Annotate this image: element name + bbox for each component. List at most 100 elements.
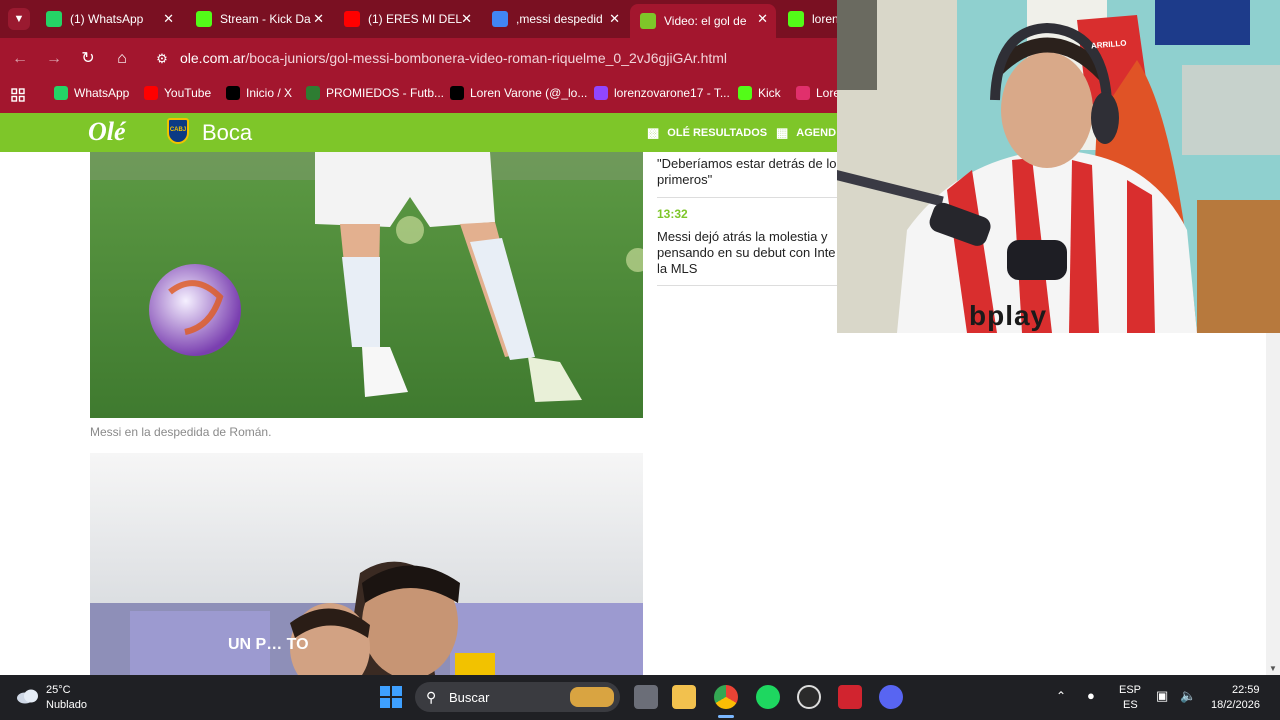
browser-tab[interactable]: (1) WhatsApp ✕ (36, 4, 182, 34)
network-icon[interactable]: ▣ (1156, 688, 1168, 704)
obs-icon[interactable] (797, 685, 821, 709)
article-photo-messi-riquelme: UN P… TO (90, 453, 643, 675)
task-view-icon[interactable] (634, 685, 658, 709)
feed-item-2-line-2[interactable]: pensando en su debut con Inte (657, 245, 837, 261)
calendar-icon: ▦ (776, 125, 789, 140)
bookmark-label: YouTube (164, 86, 212, 100)
clock-time[interactable]: 22:59 (1232, 684, 1260, 696)
browser-tab-title: (1) WhatsApp (70, 12, 144, 26)
chart-icon: ▩ (647, 125, 660, 140)
weather-cloud-icon[interactable] (16, 688, 40, 704)
app-red-icon[interactable] (838, 685, 862, 709)
boca-shield-icon: CABJ (167, 118, 189, 144)
volume-icon[interactable]: 🔈 (1180, 688, 1196, 704)
close-tab-icon[interactable]: ✕ (313, 11, 324, 27)
feed-item-1-line-2[interactable]: primeros" (657, 172, 837, 188)
photo-caption: Messi en la despedida de Román. (90, 425, 272, 439)
search-highlight-icon (570, 687, 614, 707)
discord-icon[interactable] (879, 685, 903, 709)
site-settings-icon[interactable]: ⚙ (152, 49, 172, 69)
photo-banner-text: UN P… TO (228, 636, 309, 653)
feed-item-2-line-1[interactable]: Messi dejó atrás la molestia y (657, 229, 837, 245)
x-icon (226, 86, 240, 100)
bookmark-label: WhatsApp (74, 86, 130, 100)
scroll-down-icon[interactable]: ▼ (1269, 664, 1277, 673)
windows-start-icon[interactable] (380, 686, 402, 708)
kick-icon (196, 11, 212, 27)
search-icon: ⚲ (426, 689, 437, 705)
forward-icon[interactable]: → (44, 49, 64, 69)
taskbar-search-input[interactable]: ⚲ Buscar (415, 682, 620, 712)
bookmark-item[interactable]: Kick (738, 86, 781, 100)
url-path: /boca-juniors/gol-messi-bombonera-video-… (245, 50, 728, 66)
twitch-icon (594, 86, 608, 100)
bookmark-item[interactable]: lorenzovarone17 - T... (594, 86, 730, 100)
bookmark-item[interactable]: Loren Varone (@_lo... (450, 86, 587, 100)
close-tab-icon[interactable]: ✕ (757, 11, 768, 27)
file-explorer-icon[interactable] (672, 685, 696, 709)
bookmark-item[interactable]: PROMIEDOS - Futb... (306, 86, 444, 100)
tray-chevron-icon[interactable]: ⌃ (1056, 689, 1066, 703)
tab-search-dropdown[interactable]: ▼ (8, 8, 30, 30)
bookmark-label: Kick (758, 86, 781, 100)
promiedos-icon (306, 86, 320, 100)
url-host: ole.com.ar (180, 50, 246, 66)
home-icon[interactable]: ⌂ (112, 49, 132, 69)
weather-temperature[interactable]: 25°C (46, 684, 71, 696)
apps-grid-icon[interactable] (11, 88, 25, 102)
windows-taskbar: 25°C Nublado ⚲ Buscar ⌃ ● ESP ES ▣ 🔈 22:… (0, 675, 1280, 720)
ole-icon (640, 13, 656, 29)
nav-agenda[interactable]: ▦ AGEND (776, 125, 836, 141)
bookmark-label: Inicio / X (246, 86, 293, 100)
browser-tab[interactable]: ,messi despedid ✕ (482, 4, 628, 34)
nav-ole-resultados[interactable]: ▩ OLÉ RESULTADOS (647, 125, 767, 141)
shirt-sponsor-text: bplay (969, 300, 1048, 331)
nav-ole-resultados-label: OLÉ RESULTADOS (667, 127, 768, 139)
weather-description[interactable]: Nublado (46, 699, 87, 711)
browser-tab-title: Video: el gol de (664, 14, 747, 28)
close-tab-icon[interactable]: ✕ (163, 11, 174, 27)
feed-item-2-line-3[interactable]: la MLS (657, 261, 837, 277)
spotify-icon[interactable] (756, 685, 780, 709)
back-icon[interactable]: ← (10, 49, 30, 69)
chrome-active-indicator (718, 715, 734, 718)
feed-item-1-line-1[interactable]: "Deberíamos estar detrás de lo (657, 156, 837, 172)
instagram-icon (796, 86, 810, 100)
feed-divider (657, 285, 837, 286)
close-tab-icon[interactable]: ✕ (609, 11, 620, 27)
language-bottom[interactable]: ES (1123, 699, 1138, 711)
bookmark-item[interactable]: WhatsApp (54, 86, 129, 100)
address-bar[interactable]: ole.com.ar/boca-juniors/gol-messi-bombon… (180, 50, 727, 66)
tiktok-icon (450, 86, 464, 100)
bookmark-label: PROMIEDOS - Futb... (326, 86, 445, 100)
microphone-icon[interactable]: ● (1087, 688, 1095, 703)
nav-agenda-label: AGEND (796, 127, 837, 139)
browser-tab-title: (1) ERES MI DEL (368, 12, 463, 26)
page-scrollbar[interactable]: ▼ (1266, 333, 1280, 675)
bookmark-item[interactable]: Lore (796, 86, 840, 100)
article-photo-messi-ball (90, 152, 643, 418)
kick-icon (788, 11, 804, 27)
bookmark-label: Loren Varone (@_lo... (470, 86, 588, 100)
google-icon (492, 11, 508, 27)
bookmark-item[interactable]: Inicio / X (226, 86, 292, 100)
whatsapp-icon (46, 11, 62, 27)
youtube-icon (144, 86, 158, 100)
webcam-overlay: ARRILLO bplay (837, 0, 1280, 333)
browser-tab[interactable]: Video: el gol de ✕ (630, 4, 776, 38)
ole-logo[interactable]: Olé (88, 117, 126, 147)
language-top[interactable]: ESP (1119, 684, 1141, 696)
browser-tab-title: Stream - Kick Da (220, 12, 311, 26)
kick-icon (738, 86, 752, 100)
close-tab-icon[interactable]: ✕ (461, 11, 472, 27)
chrome-icon[interactable] (714, 685, 738, 709)
bookmark-label: lorenzovarone17 - T... (614, 86, 730, 100)
browser-tab[interactable]: (1) ERES MI DEL ✕ (334, 4, 480, 34)
feed-item-2-time: 13:32 (657, 207, 688, 221)
section-title[interactable]: Boca (202, 120, 252, 146)
clock-date[interactable]: 18/2/2026 (1211, 699, 1260, 711)
reload-icon[interactable]: ↻ (78, 49, 98, 69)
whatsapp-icon (54, 86, 68, 100)
bookmark-item[interactable]: YouTube (144, 86, 211, 100)
browser-tab[interactable]: Stream - Kick Da ✕ (186, 4, 332, 34)
